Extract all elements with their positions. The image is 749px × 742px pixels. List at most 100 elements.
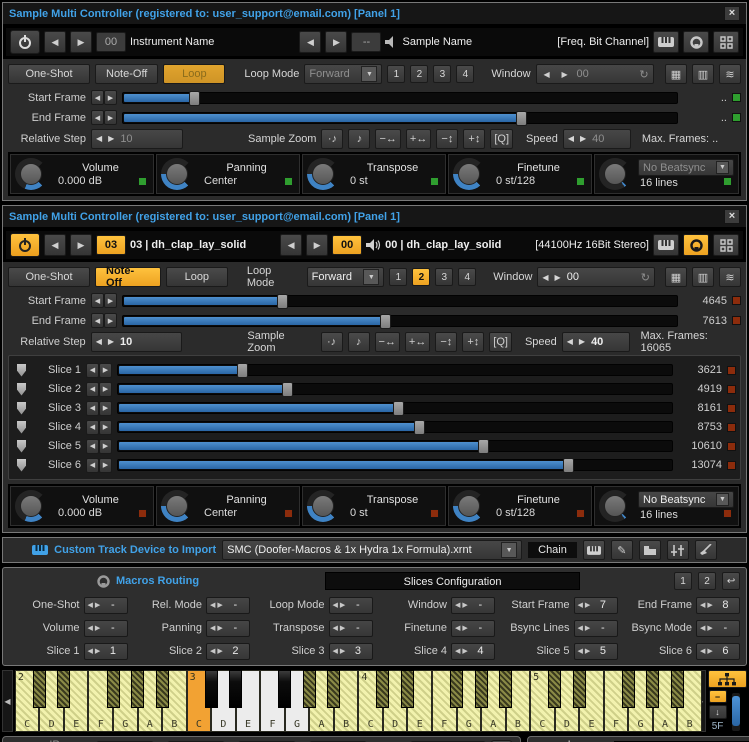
panel2-loop-point-3-button[interactable]: 3 (435, 268, 453, 286)
panel1-instrument-index[interactable]: 00 (96, 32, 126, 52)
panel2-instrument-next-button[interactable]: ▶ (70, 234, 92, 256)
slice-slider[interactable] (117, 383, 673, 395)
panel2-one-shot-button[interactable]: One-Shot (8, 267, 90, 287)
black-key-A#3[interactable] (327, 670, 340, 708)
finetune-knob[interactable] (453, 158, 485, 190)
black-key-C#5[interactable] (548, 670, 561, 708)
black-key-A#4[interactable] (499, 670, 512, 708)
macro-stepper[interactable]: ◀▶2 (206, 643, 250, 660)
end-dec-button[interactable]: ◀ (91, 313, 104, 328)
octave-down-button[interactable]: − (709, 690, 727, 703)
zoom-note-left-button[interactable]: ·♪ (321, 129, 343, 149)
zoom-note-right-button[interactable]: ♪ (348, 129, 370, 149)
slice-dec-button[interactable]: ◀ (86, 363, 99, 378)
macro-stepper[interactable]: ◀▶- (84, 620, 128, 637)
zoom-note-left-button[interactable]: ·♪ (321, 332, 343, 352)
slice-inc-button[interactable]: ▶ (99, 363, 112, 378)
grid-view-button[interactable]: ▦ (665, 267, 687, 287)
black-key-G#3[interactable] (303, 670, 316, 708)
panel1-loop-point-4-button[interactable]: 4 (456, 65, 474, 83)
slice-inc-button[interactable]: ▶ (99, 439, 112, 454)
routing-tree-button[interactable] (708, 670, 747, 688)
macro-stepper[interactable]: ◀▶- (696, 620, 740, 637)
panel1-speed-stepper[interactable]: ◀ ▶ 40 (563, 129, 631, 149)
panel2-end-frame-slider[interactable] (122, 315, 678, 327)
black-key-D#2[interactable] (57, 670, 70, 708)
chevron-down-icon[interactable]: ▼ (363, 269, 379, 285)
slice-dec-button[interactable]: ◀ (86, 458, 99, 473)
panel2-loop-button[interactable]: Loop (166, 267, 228, 287)
speed-inc-button[interactable]: ▶ (580, 134, 586, 143)
panel1-sample-next-button[interactable]: ▶ (325, 31, 347, 53)
macro-stepper[interactable]: ◀▶6 (696, 643, 740, 660)
panel1-instrument-prev-button[interactable]: ◀ (44, 31, 66, 53)
macro-stepper[interactable]: ◀▶- (329, 620, 373, 637)
window-dec-button[interactable]: ◀ (541, 67, 553, 81)
panel2-close-icon[interactable]: × (724, 209, 740, 224)
start-inc-button[interactable]: ▶ (104, 90, 117, 105)
panel1-loop-mode-dropdown[interactable]: Forward ▼ (304, 64, 382, 84)
panel1-one-shot-button[interactable]: One-Shot (8, 64, 90, 84)
panning-knob[interactable] (161, 490, 193, 522)
velocity-down-button[interactable]: ↓ (709, 705, 727, 719)
macro-stepper[interactable]: ◀▶- (574, 620, 618, 637)
speed-dec-button[interactable]: ◀ (567, 337, 573, 346)
macro-stepper[interactable]: ◀▶7 (574, 597, 618, 614)
black-key-C#4[interactable] (376, 670, 389, 708)
macros-page-2-button[interactable]: 2 (698, 572, 716, 590)
zoom-h-out-button[interactable]: −↔ (375, 332, 400, 352)
black-key-D#5[interactable] (573, 670, 586, 708)
monitor-toggle-button[interactable] (683, 234, 709, 256)
panel2-speed-stepper[interactable]: ◀ ▶ 40 (562, 332, 630, 352)
end-dec-button[interactable]: ◀ (91, 110, 104, 125)
slice-inc-button[interactable]: ▶ (99, 401, 112, 416)
panel1-note-off-button[interactable]: Note-Off (95, 64, 158, 84)
mixer-button[interactable] (667, 540, 689, 560)
panel1-relative-step-stepper[interactable]: ◀ ▶ 10 (91, 129, 183, 149)
panel2-sample-index[interactable]: 00 (332, 235, 362, 255)
panel1-sample-prev-button[interactable]: ◀ (299, 31, 321, 53)
beatsync-knob[interactable] (599, 490, 631, 522)
beatsync-knob[interactable] (599, 158, 631, 190)
slice-dec-button[interactable]: ◀ (86, 420, 99, 435)
panel1-power-button[interactable] (10, 30, 40, 54)
slices-configuration-field[interactable]: Slices Configuration (325, 572, 580, 590)
panel2-note-off-button[interactable]: Note-Off (95, 267, 161, 287)
piano-view-button[interactable]: ▥ (692, 267, 714, 287)
slice-slider[interactable] (117, 459, 673, 471)
black-key-C#3[interactable] (205, 670, 218, 708)
edit-button[interactable]: ✎ (611, 540, 633, 560)
waveform-view-button[interactable]: ≋ (719, 64, 741, 84)
chevron-down-icon[interactable]: ▼ (361, 66, 377, 82)
keyboard-toggle-button[interactable] (653, 234, 679, 256)
panel1-loop-point-2-button[interactable]: 2 (410, 65, 428, 83)
piano-view-button[interactable]: ▥ (692, 64, 714, 84)
speed-dec-button[interactable]: ◀ (568, 134, 574, 143)
zoom-h-out-button[interactable]: −↔ (375, 129, 400, 149)
panel2-sample-next-button[interactable]: ▶ (306, 234, 328, 256)
panel2-loop-point-4-button[interactable]: 4 (458, 268, 476, 286)
panel2-beatsync-dropdown[interactable]: No Beatsync▼ (638, 491, 734, 508)
velocity-fader[interactable] (731, 692, 741, 732)
start-inc-button[interactable]: ▶ (104, 293, 117, 308)
import-keys-button[interactable] (583, 540, 605, 560)
macro-stepper[interactable]: ◀▶4 (451, 643, 495, 660)
relstep-dec-button[interactable]: ◀ (96, 337, 102, 346)
black-key-G#5[interactable] (646, 670, 659, 708)
zoom-h-in-button[interactable]: +↔ (405, 332, 430, 352)
slice-slider[interactable] (117, 421, 673, 433)
macro-stepper[interactable]: ◀▶5 (574, 643, 618, 660)
black-key-G#2[interactable] (131, 670, 144, 708)
panel1-loop-button[interactable]: Loop (163, 64, 225, 84)
panel2-instrument-index[interactable]: 03 (96, 235, 126, 255)
zoom-v-out-button[interactable]: −↕ (436, 129, 458, 149)
panel2-sample-prev-button[interactable]: ◀ (280, 234, 302, 256)
volume-knob[interactable] (15, 158, 47, 190)
relstep-inc-button[interactable]: ▶ (108, 337, 114, 346)
black-key-C#2[interactable] (33, 670, 46, 708)
macro-stepper[interactable]: ◀▶- (84, 597, 128, 614)
slice-inc-button[interactable]: ▶ (99, 420, 112, 435)
macro-stepper[interactable]: ◀▶1 (84, 643, 128, 660)
window-inc-button[interactable]: ▶ (555, 273, 561, 282)
macro-stepper[interactable]: ◀▶- (451, 620, 495, 637)
